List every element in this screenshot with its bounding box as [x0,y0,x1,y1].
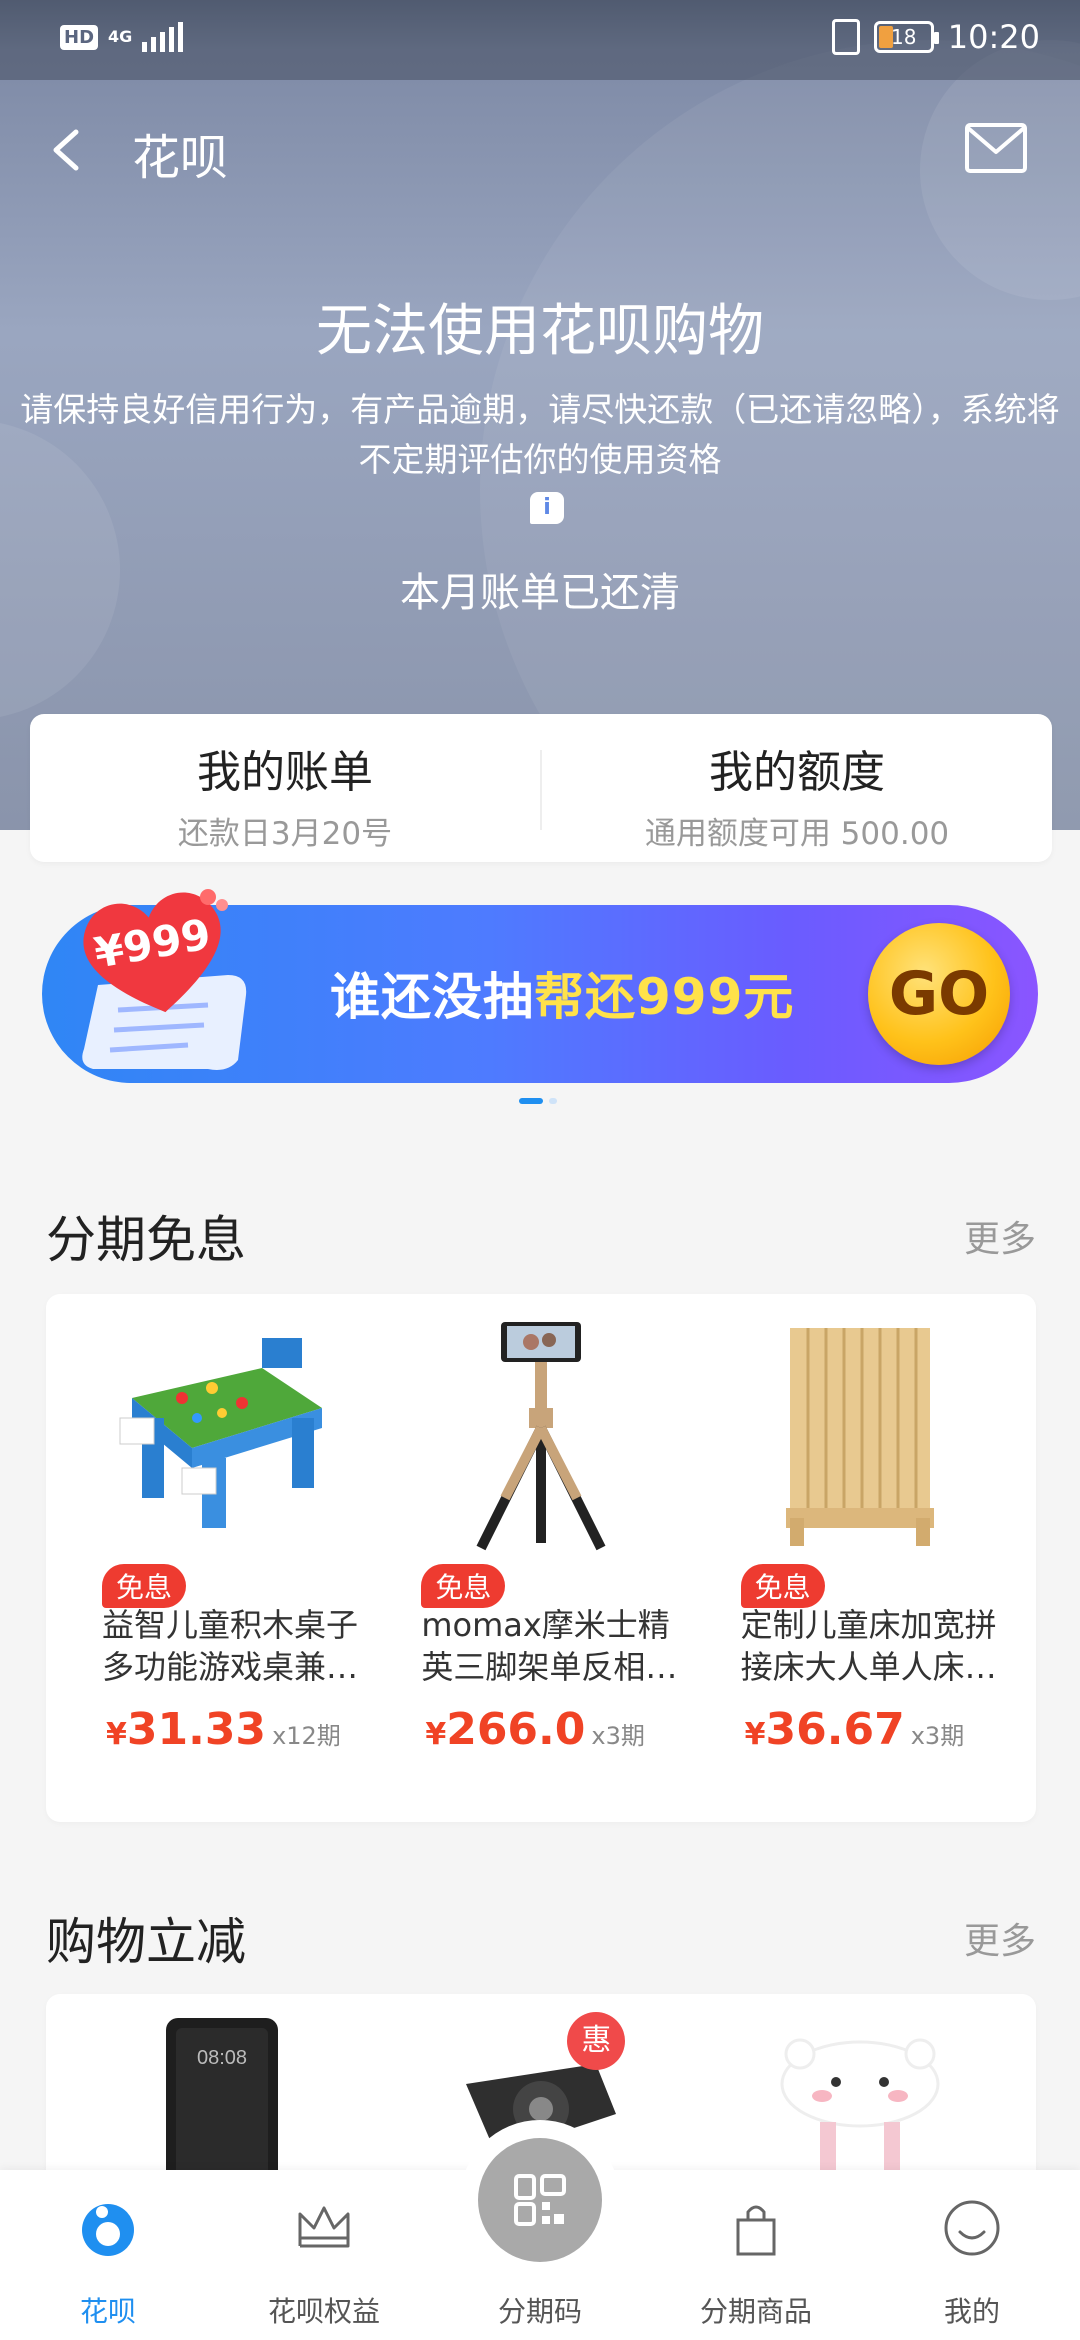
hero-description: 请保持良好信用行为，有产品逾期，请尽快还款（已还请忽略），系统将不定期评估你的使… [20,390,1060,479]
currency: ¥ [425,1717,447,1752]
tab-huabei[interactable]: 花呗 [0,2170,216,2340]
tab-label: 花呗 [79,2295,136,2328]
product-image-lego-table [119,1338,322,1528]
tab-label: 我的 [943,2295,1000,2328]
section-shopping-discount-header: 购物立减 更多 [46,1902,1036,1972]
installment-term: x3期 [591,1722,645,1750]
chevron-left-icon [53,129,79,171]
hero-title: 无法使用花呗购物 [316,299,764,364]
price-value: 266.0 [446,1704,586,1755]
vibrate-icon [831,19,860,55]
smile-face-icon [944,2200,1000,2256]
promo-badge: 惠 [567,2012,626,2070]
carousel-indicator [519,1098,557,1104]
section-title: 购物立减 [46,1913,246,1971]
product-image-wooden-bed [786,1328,935,1546]
installment-term: x12期 [272,1722,341,1750]
my-bill-title: 我的账单 [197,747,373,798]
available-limit: 通用额度可用 500.00 [644,816,950,852]
tab-label: 分期商品 [699,2295,812,2328]
page-title: 花呗 [132,130,229,186]
tab-installment-goods[interactable]: 分期商品 [648,2170,864,2340]
hd-badge: HD [60,24,99,50]
section-title: 分期免息 [46,1211,246,1269]
product-image-stool [780,2038,940,2182]
banner-text: 谁还没抽帮还999元 [330,957,794,1029]
my-bill-button[interactable]: 我的账单 还款日3月20号 [30,714,540,862]
product-item[interactable]: 免息 momax摩米士精英三脚架单反相… ¥266.0 x3期 [381,1294,700,1822]
battery-icon: 18 [873,21,939,53]
more-link[interactable]: 更多 [964,1912,1036,1964]
interest-free-badge: 免息 [421,1564,506,1608]
installment-code-button[interactable] [478,2138,602,2262]
nav-bar: 花呗 [0,100,1080,200]
currency: ¥ [744,1717,766,1752]
mail-icon [965,123,1027,173]
interest-free-badge: 免息 [740,1564,825,1608]
tab-label: 花呗权益 [267,2295,380,2328]
signal-icon [142,22,184,52]
installment-products-card: 免息 益智儿童积木桌子多功能游戏桌兼… ¥31.33 x12期 免息 momax摩… [46,1294,1036,1822]
price-value: 36.67 [765,1704,905,1755]
network-label: 4G [108,27,133,46]
interest-free-badge: 免息 [102,1564,187,1608]
banner-text-main: 谁还没抽 [330,968,534,1026]
clock: 10:20 [947,18,1040,56]
status-right: 18 10:20 [831,18,1040,56]
bill-status: 本月账单已还清 [400,570,680,616]
account-card: 我的账单 还款日3月20号 我的额度 通用额度可用 500.00 [30,714,1052,862]
repay-date: 还款日3月20号 [177,816,393,852]
banner-text-highlight: 帮还999元 [534,968,795,1026]
product-price: ¥266.0 x3期 [425,1704,645,1755]
heart-badge: ¥999 [70,883,240,1023]
tab-benefits[interactable]: 花呗权益 [216,2170,432,2340]
product-price: ¥36.67 x3期 [745,1704,965,1755]
qr-code-icon [514,2174,566,2226]
message-button[interactable] [964,122,1028,174]
back-button[interactable] [40,120,100,180]
phone-time: 08:08 [197,2047,247,2069]
product-name: 益智儿童积木桌子多功能游戏桌兼… [102,1606,359,1686]
shopping-bag-icon [736,2205,776,2256]
currency: ¥ [106,1717,127,1752]
product-name: 定制儿童床加宽拼接床大人单人床… [740,1606,997,1686]
tab-mine[interactable]: 我的 [864,2170,1080,2340]
carousel-dot [549,1098,557,1104]
promo-banner[interactable]: ¥999 谁还没抽帮还999元 GO [42,889,1038,1083]
status-bar: HD 4G 18 10:20 [0,0,1080,80]
info-icon[interactable]: i [530,492,564,524]
product-image-tripod [476,1322,606,1551]
product-name: momax摩米士精英三脚架单反相… [421,1606,678,1686]
price-value: 31.33 [126,1704,267,1755]
section-installment-free-header: 分期免息 更多 [46,1200,1036,1270]
tab-label: 分期码 [497,2295,582,2328]
installment-term: x3期 [910,1722,965,1750]
crown-icon [298,2206,350,2248]
huabei-logo-icon [82,2204,134,2256]
my-limit-title: 我的额度 [709,747,885,798]
carousel-dot-active [519,1098,543,1104]
my-limit-button[interactable]: 我的额度 通用额度可用 500.00 [542,714,1052,862]
product-price: ¥31.33 x12期 [106,1704,341,1755]
battery-level: 18 [891,25,917,49]
product-item[interactable]: 免息 益智儿童积木桌子多功能游戏桌兼… ¥31.33 x12期 [62,1294,381,1822]
status-left: HD 4G [60,22,184,52]
more-link[interactable]: 更多 [964,1210,1036,1262]
go-button[interactable]: GO [868,923,1010,1065]
product-item[interactable]: 免息 定制儿童床加宽拼接床大人单人床… ¥36.67 x3期 [701,1294,1020,1822]
